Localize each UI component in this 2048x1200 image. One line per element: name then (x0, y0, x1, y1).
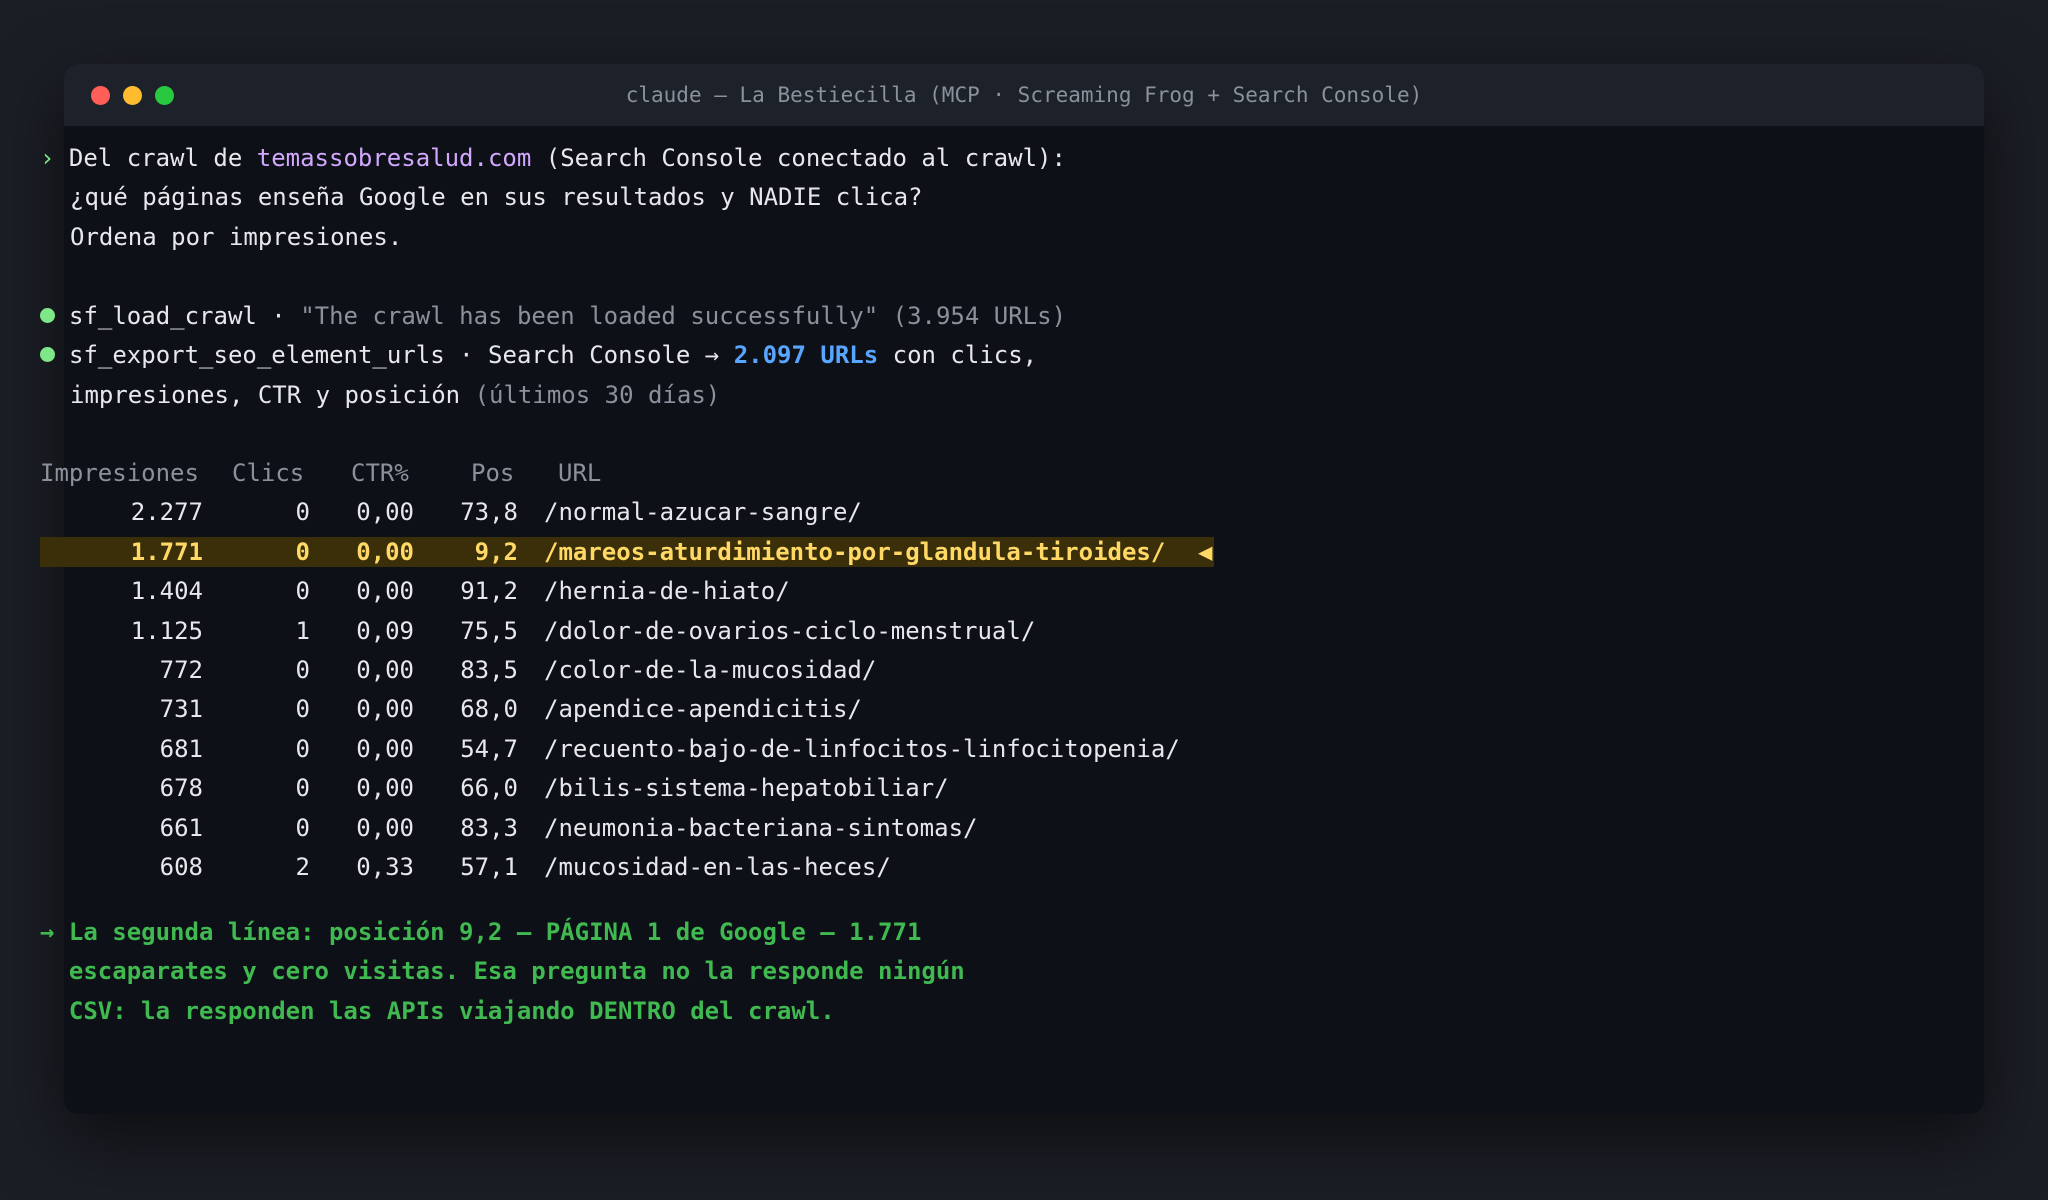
cell-clics: 0 (295, 656, 310, 684)
window-title: claude — La Bestiecilla (MCP · Screaming… (625, 83, 1423, 107)
conclusion-line-1: → La segunda línea: posición 9,2 — PÁGIN… (40, 918, 922, 946)
cell-impresiones: 731 (159, 695, 203, 724)
cell-url[interactable]: /mucosidad-en-las-heces/ (544, 848, 1244, 886)
cell-impresiones: 772 (159, 656, 203, 684)
cell-pos: 91,2 (460, 577, 518, 606)
cell-clics: 1 (295, 616, 310, 645)
prompt-text-pre: Del crawl de (68, 144, 257, 172)
cell-ctr: 0,00 (356, 537, 414, 566)
table-row: 1.125 1 0,09 75,5/dolor-de-ovarios-ciclo-me… (40, 612, 1240, 650)
table-row: 1.404 0 0,00 91,2/hernia-de-hiato/ (40, 572, 1240, 610)
cell-impresiones: 678 (159, 774, 203, 803)
cell-pos: 57,1 (460, 853, 518, 881)
prompt-domain: temassobresalud.com (256, 144, 532, 172)
prompt-chevron-icon: › (40, 144, 55, 172)
table-row: 661 0 0,00 83,3/neumonia-bacteriana-sintoma… (40, 809, 1240, 847)
cell-clics: 0 (295, 734, 310, 763)
cell-url[interactable]: /color-de-la-mucosidad/ (544, 651, 1244, 689)
cell-pos: 73,8 (460, 498, 518, 527)
cell-clics: 0 (295, 498, 310, 527)
column-header: CTR% (351, 459, 409, 487)
user-prompt-line-2: ¿qué páginas enseña Google en sus result… (70, 183, 923, 211)
status-dot-icon (40, 307, 55, 323)
cell-clics: 2 (295, 853, 310, 881)
status-dot-icon (40, 346, 55, 362)
tool-call-export-urls-line-2: impresiones, CTR y posición (últimos 30 … (70, 381, 721, 409)
cell-url[interactable]: /normal-azucar-sangre/ (544, 493, 1244, 531)
table-row: 772 0 0,00 83,5/color-de-la-mucosidad/ (40, 651, 1240, 689)
cell-pos: 83,5 (460, 656, 518, 684)
cell-pos: 68,0 (460, 695, 518, 724)
user-prompt-line-1: › Del crawl de temassobresalud.com (Sear… (40, 139, 1066, 177)
url-count: 2.097 URLs (733, 341, 879, 369)
cell-clics: 0 (295, 695, 310, 724)
cell-pos: 9,2 (474, 537, 518, 566)
table-row: 678 0 0,00 66,0/bilis-sistema-hepatobiliar/ (40, 769, 1240, 807)
cell-impresiones: 608 (159, 853, 203, 881)
cell-url[interactable]: /dolor-de-ovarios-ciclo-menstrual/ (544, 612, 1244, 650)
cell-ctr: 0,09 (356, 616, 414, 645)
user-prompt-line-3: Ordena por impresiones. (70, 223, 403, 251)
tool-call-load-crawl: sf_load_crawl · "The crawl has been load… (40, 297, 1066, 335)
cell-url[interactable]: /hernia-de-hiato/ (544, 572, 1244, 610)
cell-ctr: 0,00 (356, 498, 414, 527)
cell-impresiones: 1.771 (130, 537, 203, 566)
cell-impresiones: 1.404 (130, 577, 203, 606)
cell-clics: 0 (295, 813, 310, 842)
tool-name: sf_export_seo_element_urls (69, 341, 445, 369)
cell-impresiones: 1.125 (130, 616, 203, 645)
prompt-text-post: (Search Console conectado al crawl): (531, 144, 1066, 172)
cell-clics: 0 (295, 774, 310, 803)
conclusion-line-3: CSV: la responden las APIs viajando DENT… (40, 997, 835, 1025)
cell-ctr: 0,00 (356, 813, 414, 842)
cell-impresiones: 661 (159, 813, 203, 842)
cell-ctr: 0,00 (356, 656, 414, 684)
cell-url[interactable]: /recuento-bajo-de-linfocitos-linfocitope… (544, 730, 1244, 768)
table-header: Impresiones Clics CTR% Pos URL (40, 454, 1240, 492)
title-bar: claude — La Bestiecilla (MCP · Screaming… (64, 64, 1984, 126)
column-header: URL (558, 459, 602, 487)
tool-message: "The crawl has been loaded successfully"… (300, 302, 1067, 330)
cell-ctr: 0,00 (356, 774, 414, 803)
cell-ctr: 0,00 (356, 695, 414, 724)
column-header: Clics (232, 459, 305, 487)
table-row: 731 0 0,00 68,0/apendice-apendicitis/ (40, 690, 1240, 728)
column-header: Pos (471, 459, 515, 487)
cell-pos: 66,0 (460, 774, 518, 803)
cell-pos: 75,5 (460, 616, 518, 645)
table-row: 681 0 0,00 54,7/recuento-bajo-de-linfocitos… (40, 730, 1240, 768)
tool-call-export-urls: sf_export_seo_element_urls · Search Cons… (40, 336, 1037, 374)
cell-pos: 54,7 (460, 734, 518, 763)
table-row: 608 2 0,33 57,1/mucosidad-en-las-heces/ (40, 848, 1240, 886)
cell-clics: 0 (295, 537, 310, 566)
cell-impresiones: 2.277 (130, 498, 203, 527)
cell-ctr: 0,33 (356, 853, 414, 881)
cell-url[interactable]: /apendice-apendicitis/ (544, 690, 1244, 728)
conclusion-line-2: escaparates y cero visitas. Esa pregunta… (40, 957, 965, 985)
tool-name: sf_load_crawl (69, 302, 257, 330)
table-row: 2.277 0 0,00 73,8/normal-azucar-sangre/ (40, 493, 1240, 531)
cell-ctr: 0,00 (356, 734, 414, 763)
cell-pos: 83,3 (460, 813, 518, 842)
cell-url[interactable]: /neumonia-bacteriana-sintomas/ (544, 809, 1244, 847)
cell-url[interactable]: /bilis-sistema-hepatobiliar/ (544, 769, 1244, 807)
row-marker-icon: ◀ (1198, 537, 1213, 566)
cell-url[interactable]: /mareos-aturdimiento-por-glandula-tiroid… (544, 533, 1244, 571)
table-row: 1.771 0 0,00 9,2/mareos-aturdimiento-por-gl… (40, 533, 1240, 571)
cell-ctr: 0,00 (356, 577, 414, 606)
cell-clics: 0 (295, 577, 310, 606)
cell-impresiones: 681 (159, 734, 203, 763)
column-header: Impresiones (40, 459, 199, 487)
